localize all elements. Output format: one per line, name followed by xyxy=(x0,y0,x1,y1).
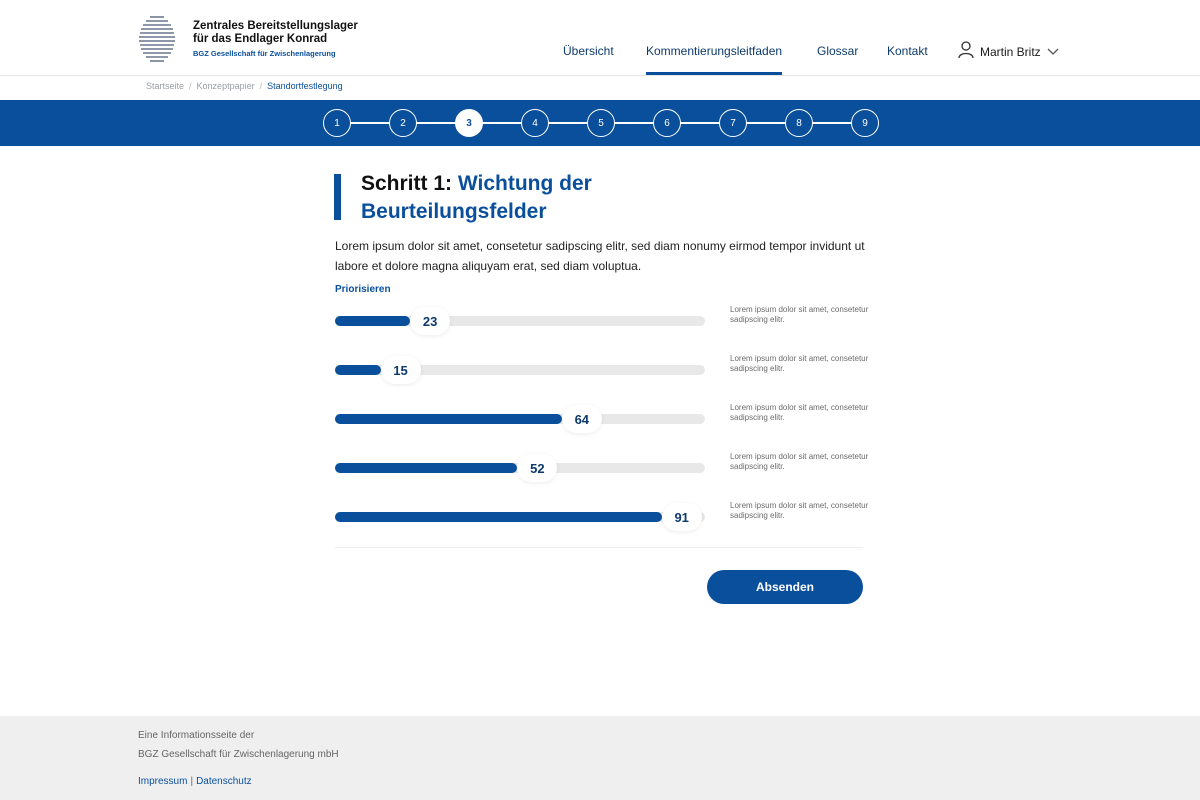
slider-handle[interactable]: 23 xyxy=(410,307,451,335)
datenschutz-link[interactable]: Datenschutz xyxy=(196,776,252,787)
page-title: Schritt 1: Wichtung der Beurteilungsfeld… xyxy=(361,170,781,226)
user-name: Martin Britz xyxy=(980,45,1041,59)
slider-description: Lorem ipsum dolor sit amet, consetetur s… xyxy=(730,452,869,471)
footer-line2: BGZ Gesellschaft für Zwischenlagerung mb… xyxy=(138,749,339,760)
logo-line3: BGZ Gesellschaft für Zwischenlagerung xyxy=(193,49,336,58)
breadcrumb-separator: / xyxy=(259,81,263,91)
step-indicator: 1 2 3 4 5 6 7 8 9 xyxy=(0,100,1200,146)
breadcrumb: Startseite / Konzeptpapier / Standortfestleg… xyxy=(146,81,343,91)
logo-text[interactable]: Zentrales Bereitstellungslager für das E… xyxy=(193,20,358,58)
slider-handle[interactable]: 52 xyxy=(517,454,558,482)
slider-handle[interactable]: 91 xyxy=(661,503,702,531)
slider-track[interactable]: 52 xyxy=(335,454,705,482)
breadcrumb-item-current: Standortfestlegung xyxy=(267,81,343,91)
slider-description: Lorem ipsum dolor sit amet, consetetur s… xyxy=(730,354,869,373)
step-2[interactable]: 2 xyxy=(389,109,417,137)
slider-row: 91 Lorem ipsum dolor sit amet, consetetur… xyxy=(335,501,868,541)
nav-item-uebersicht[interactable]: Übersicht xyxy=(563,44,614,58)
slider-row: 64 Lorem ipsum dolor sit amet, consetetur… xyxy=(335,403,868,443)
slider-handle[interactable]: 15 xyxy=(380,356,421,384)
breadcrumb-item-start[interactable]: Startseite xyxy=(146,81,184,91)
nav-item-kontakt[interactable]: Kontakt xyxy=(887,44,928,58)
step-9[interactable]: 9 xyxy=(851,109,879,137)
site-footer: Eine Informationsseite der BGZ Gesellsch… xyxy=(0,716,1200,800)
slider-track[interactable]: 64 xyxy=(335,405,705,433)
slider-row: 15 Lorem ipsum dolor sit amet, consetetur… xyxy=(335,354,868,394)
site-header: Zentrales Bereitstellungslager für das E… xyxy=(0,0,1200,76)
nav-item-kommentierungsleitfaden[interactable]: Kommentierungsleitfaden xyxy=(646,44,783,75)
step-3[interactable]: 3 xyxy=(455,109,483,137)
step-8[interactable]: 8 xyxy=(785,109,813,137)
nav-item-glossar[interactable]: Glossar xyxy=(817,44,858,58)
breadcrumb-separator: / xyxy=(189,81,192,91)
footer-link-separator: | xyxy=(190,776,194,787)
slider-description: Lorem ipsum dolor sit amet, consetetur s… xyxy=(730,403,869,422)
slider-row: 52 Lorem ipsum dolor sit amet, consetetur… xyxy=(335,452,868,492)
slider-description: Lorem ipsum dolor sit amet, consetetur s… xyxy=(730,501,869,520)
user-menu[interactable]: Martin Britz xyxy=(958,40,1059,64)
footer-links: Impressum | Datenschutz xyxy=(138,776,252,787)
step-6[interactable]: 6 xyxy=(653,109,681,137)
breadcrumb-item-konzeptpapier[interactable]: Konzeptpapier xyxy=(197,81,255,91)
slider-fill xyxy=(335,512,662,522)
slider-fill xyxy=(335,316,411,326)
section-label: Priorisieren xyxy=(335,284,391,295)
slider-fill xyxy=(335,463,518,473)
chevron-down-icon xyxy=(1047,43,1059,61)
slider-fill xyxy=(335,414,562,424)
step-7[interactable]: 7 xyxy=(719,109,747,137)
title-prefix: Schritt 1: xyxy=(361,172,453,195)
impressum-link[interactable]: Impressum xyxy=(138,776,187,787)
slider-fill xyxy=(335,365,381,375)
step-4[interactable]: 4 xyxy=(521,109,549,137)
slider-track[interactable]: 15 xyxy=(335,356,705,384)
logo-line2: für das Endlager Konrad xyxy=(193,33,328,45)
intro-text: Lorem ipsum dolor sit amet, consetetur s… xyxy=(335,239,865,273)
user-icon xyxy=(958,40,974,64)
slider-handle[interactable]: 64 xyxy=(561,405,602,433)
submit-button[interactable]: Absenden xyxy=(707,570,863,604)
slider-track[interactable]: 91 xyxy=(335,503,705,531)
step-1[interactable]: 1 xyxy=(323,109,351,137)
logo-line1: Zentrales Bereitstellungslager xyxy=(193,20,358,32)
divider xyxy=(335,547,863,548)
slider-track[interactable]: 23 xyxy=(335,307,705,335)
step-5[interactable]: 5 xyxy=(587,109,615,137)
footer-line1: Eine Informationsseite der xyxy=(138,730,255,741)
slider-row: 23 Lorem ipsum dolor sit amet, consetetur… xyxy=(335,305,868,345)
title-accent-bar xyxy=(334,174,341,220)
logo-icon[interactable] xyxy=(138,14,176,64)
slider-description: Lorem ipsum dolor sit amet, consetetur s… xyxy=(730,305,869,324)
